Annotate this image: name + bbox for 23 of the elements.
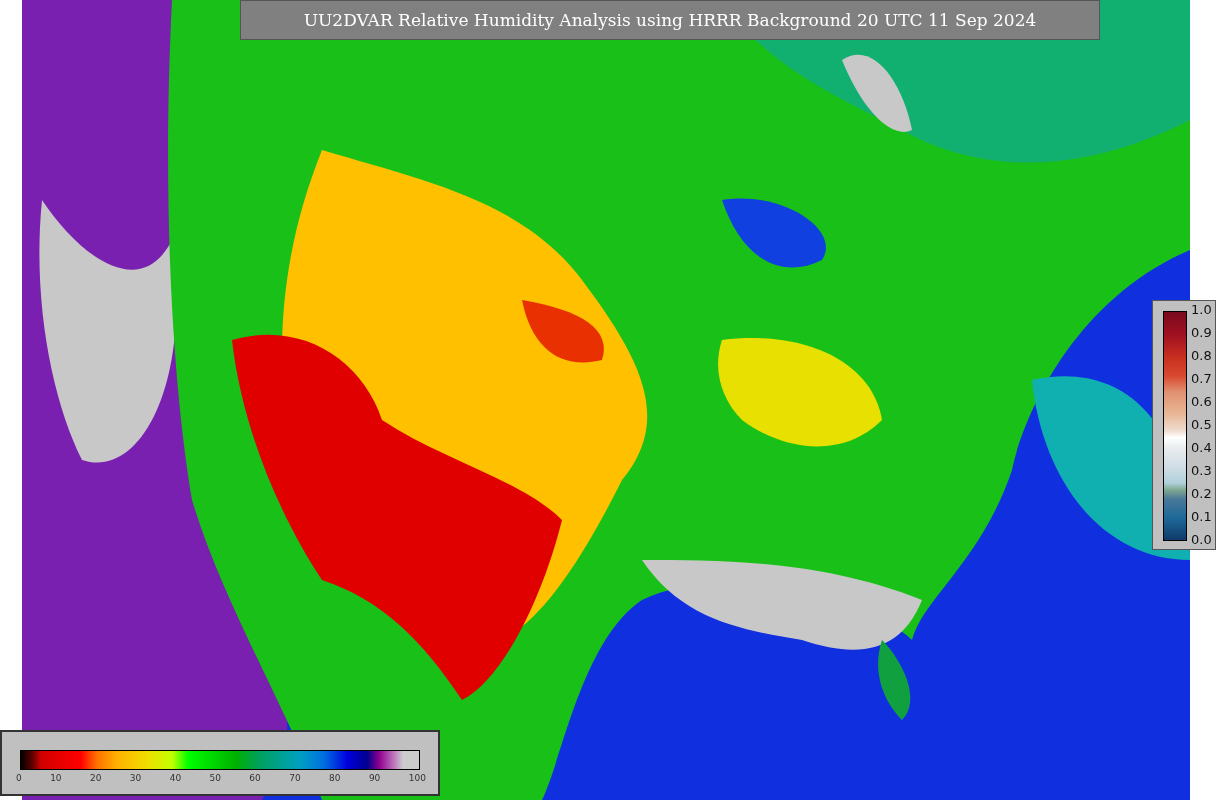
colorbar-tick-label: 10 bbox=[50, 773, 62, 784]
colorbar-tick-label: 40 bbox=[169, 773, 182, 784]
colorbar-tick-label: 0.0 bbox=[1191, 533, 1212, 547]
colorbar-tick-label: 0.7 bbox=[1191, 372, 1212, 386]
colorbar-tick-label: 0.8 bbox=[1191, 349, 1212, 363]
colorbar-tick-label: 80 bbox=[329, 773, 341, 784]
colorbar-tick-label: 0.2 bbox=[1191, 487, 1212, 501]
colorbar-tick-label: 1.0 bbox=[1191, 303, 1212, 317]
colorbar-tick-label: 20 bbox=[89, 773, 102, 784]
colorbar-tick-label: 60 bbox=[249, 773, 261, 784]
colorbar-tick-label: 70 bbox=[289, 773, 301, 784]
colorbar-tick-label: 100 bbox=[408, 773, 426, 784]
colorbar-tick-label: 0.4 bbox=[1191, 441, 1212, 455]
map-title: UU2DVAR Relative Humidity Analysis using HRRR Background 20 UTC 11 Sep 2024 bbox=[240, 0, 1100, 40]
colorbar-tick-label: 0.5 bbox=[1191, 418, 1212, 432]
colorbar-tick-label: 90 bbox=[368, 773, 381, 784]
colorbar-tick-label: 0.1 bbox=[1191, 510, 1212, 524]
colorbar-tick-label: 0.3 bbox=[1191, 464, 1212, 478]
colorbar-tick-label: 0.6 bbox=[1191, 395, 1212, 409]
colorbar-tick-label: 50 bbox=[209, 773, 221, 784]
colorbar-tick-label: 30 bbox=[129, 773, 142, 784]
colorbar-tick-label: 0.9 bbox=[1191, 326, 1212, 340]
colorbar-tick-label: 0 bbox=[16, 773, 22, 784]
